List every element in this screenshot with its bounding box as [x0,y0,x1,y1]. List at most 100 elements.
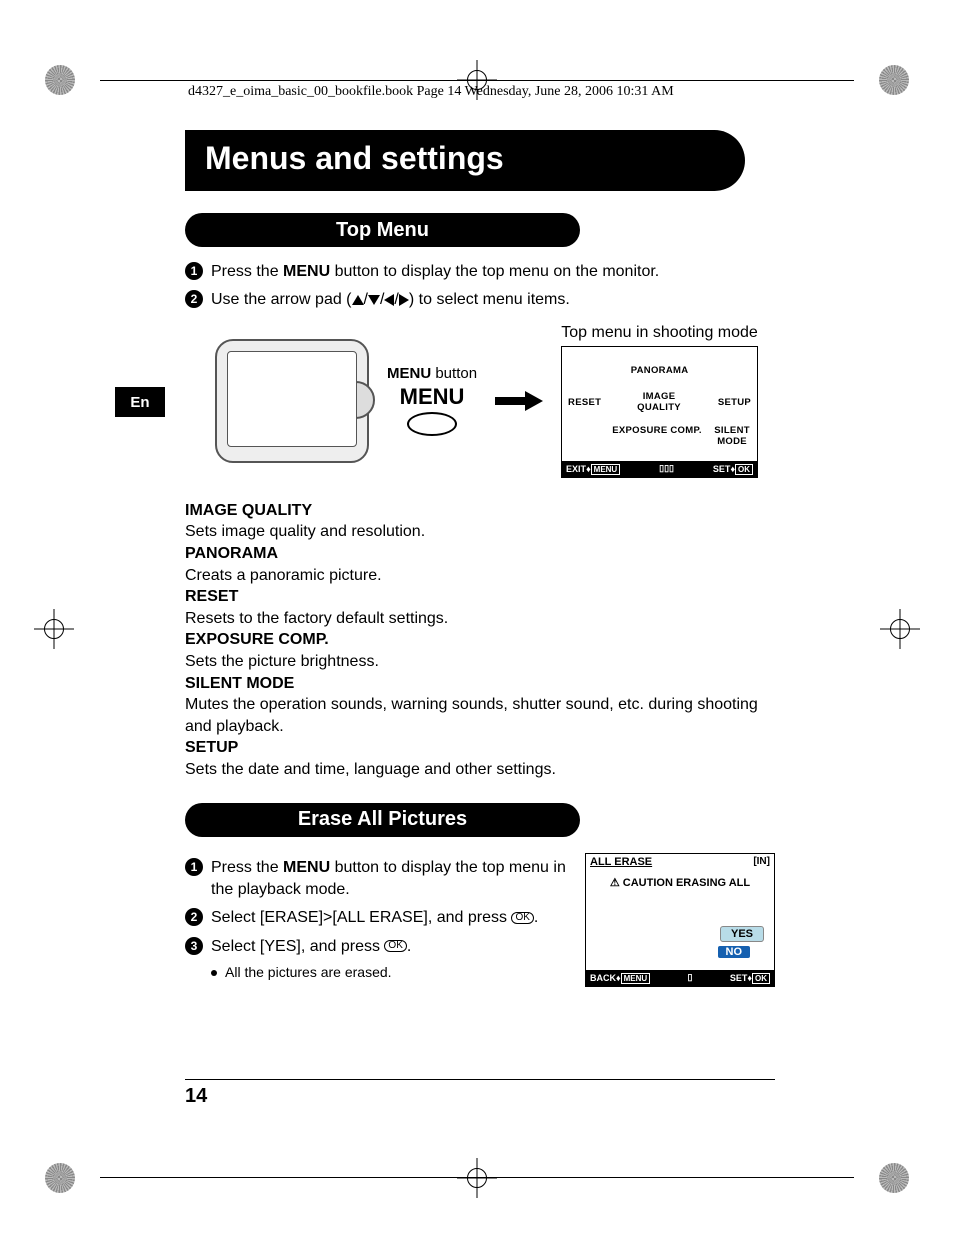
def-body: Sets image quality and resolution. [185,521,775,543]
text: Select [YES], and press [211,938,384,955]
def-body: Sets the date and time, language and oth… [185,759,775,781]
bullet-icon [211,970,217,976]
text: MENU [387,365,431,382]
text: MENU [591,464,621,475]
camera-illustration [215,339,369,463]
text: OK [735,464,753,475]
lcd-footer: BACK♦MENU ▯ SET♦OK [586,970,774,986]
crop-circle-icon [40,1158,80,1198]
lcd-preview-column: Top menu in shooting mode PANORAMA RESET… [561,324,758,478]
ok-button-icon: OK [384,940,406,952]
chapter-title: Menus and settings [185,130,745,191]
definition-item: SILENT MODEMutes the operation sounds, w… [185,673,775,738]
menu-button-label: MENU button [387,365,477,382]
def-head: SILENT MODE [185,673,775,695]
step-number-icon: 1 [185,858,203,876]
step-text: Select [ERASE]>[ALL ERASE], and press OK… [211,907,538,929]
lcd-set: SET♦OK [713,464,753,474]
page-content: Menus and settings Top Menu 1 Press the … [185,130,775,987]
language-tag: En [115,387,165,417]
arrow-left-icon [384,294,394,306]
definition-item: IMAGE QUALITYSets image quality and reso… [185,500,775,543]
step-text: Use the arrow pad (///) to select menu i… [211,289,570,311]
bullet-text: All the pictures are erased. [225,964,392,980]
text: BACK [590,973,616,983]
registration-mark-icon [457,1158,497,1198]
lcd-option-yes: YES [720,926,764,942]
lcd-item-reset: RESET [568,397,601,408]
lcd-card-icon: ▯▯▯ [659,463,674,474]
crop-circle-icon [874,60,914,100]
menu-button-text: MENU [400,384,465,410]
def-head: IMAGE QUALITY [185,500,775,522]
arrow-right-icon [399,294,409,306]
arrow-down-icon [368,295,380,305]
step-number-icon: 2 [185,290,203,308]
menu-button-callout: MENU button MENU [387,365,477,436]
arrow-pointer-icon [495,391,543,411]
text: CAUTION ERASING ALL [623,877,750,889]
menu-keyword: MENU [283,263,330,280]
lcd-erase-screen: ALL ERASE [IN] ⚠ CAUTION ERASING ALL YES… [585,853,775,987]
definition-list: IMAGE QUALITYSets image quality and reso… [185,500,775,781]
def-body: Sets the picture brightness. [185,651,775,673]
lcd-in-badge: [IN] [753,856,770,867]
step-number-icon: 2 [185,908,203,926]
text: button [431,365,477,382]
def-head: RESET [185,586,775,608]
definition-item: SETUPSets the date and time, language an… [185,737,775,780]
lcd-item-panorama: PANORAMA [562,365,757,376]
step-3: 3 Select [YES], and press OK. [185,936,573,958]
lcd-item-image-quality: IMAGE QUALITY [624,391,694,413]
step-1: 1 Press the MENU button to display the t… [185,261,775,283]
step-number-icon: 3 [185,937,203,955]
def-head: EXPOSURE COMP. [185,629,775,651]
lcd-set: SET♦OK [730,973,770,983]
text: Press the [211,859,283,876]
lcd-back: BACK♦MENU [590,973,650,983]
text: SET [730,973,748,983]
lcd-item-silent-mode: SILENT MODE [711,425,753,447]
definition-item: RESETResets to the factory default setti… [185,586,775,629]
lcd-item-setup: SETUP [718,397,751,408]
registration-mark-left-icon [40,615,68,643]
erase-content-row: 1 Press the MENU button to display the t… [185,851,775,987]
lcd-top-menu-screen: PANORAMA RESET IMAGE QUALITY SETUP EXPOS… [561,346,758,478]
lcd-option-no: NO [718,946,751,958]
registration-mark-right-icon [886,615,914,643]
text: MENU [621,973,651,984]
page-number: 14 [185,1085,207,1108]
menu-button-shape-icon [407,412,457,436]
def-body: Resets to the factory default settings. [185,608,775,630]
step-number-icon: 1 [185,262,203,280]
step-text: Select [YES], and press OK. [211,936,411,958]
lcd-card-icon: ▯ [688,972,693,983]
text: ) to select menu items. [409,291,570,308]
lcd-title: ALL ERASE [590,856,652,868]
ok-button-icon: OK [511,912,533,924]
erase-steps: 1 Press the MENU button to display the t… [185,851,573,981]
section-heading-top-menu: Top Menu [185,213,580,247]
sub-bullet: All the pictures are erased. [211,964,573,980]
lcd-exit: EXIT♦MENU [566,464,620,474]
text: Select [ERASE]>[ALL ERASE], and press [211,909,511,926]
text: SET [713,464,731,474]
crop-circle-icon [874,1158,914,1198]
def-body: Creats a panoramic picture. [185,565,775,587]
step-1: 1 Press the MENU button to display the t… [185,857,573,902]
diagram-row: MENU button MENU Top menu in shooting mo… [185,324,775,478]
step-2: 2 Select [ERASE]>[ALL ERASE], and press … [185,907,573,929]
step-text: Press the MENU button to display the top… [211,261,659,283]
section-heading-erase-all: Erase All Pictures [185,803,580,837]
text: button to display the top menu on the mo… [330,263,659,280]
crop-circle-icon [40,60,80,100]
lcd-footer: EXIT♦MENU ▯▯▯ SET♦OK [562,461,757,477]
page-footer-rule [185,1079,775,1080]
text: Use the arrow pad ( [211,291,352,308]
text: EXIT [566,464,586,474]
lcd-warning-text: ⚠ CAUTION ERASING ALL [586,876,774,889]
def-body: Mutes the operation sounds, warning soun… [185,694,775,737]
def-head: SETUP [185,737,775,759]
step-2: 2 Use the arrow pad (///) to select menu… [185,289,775,311]
menu-keyword: MENU [283,859,330,876]
